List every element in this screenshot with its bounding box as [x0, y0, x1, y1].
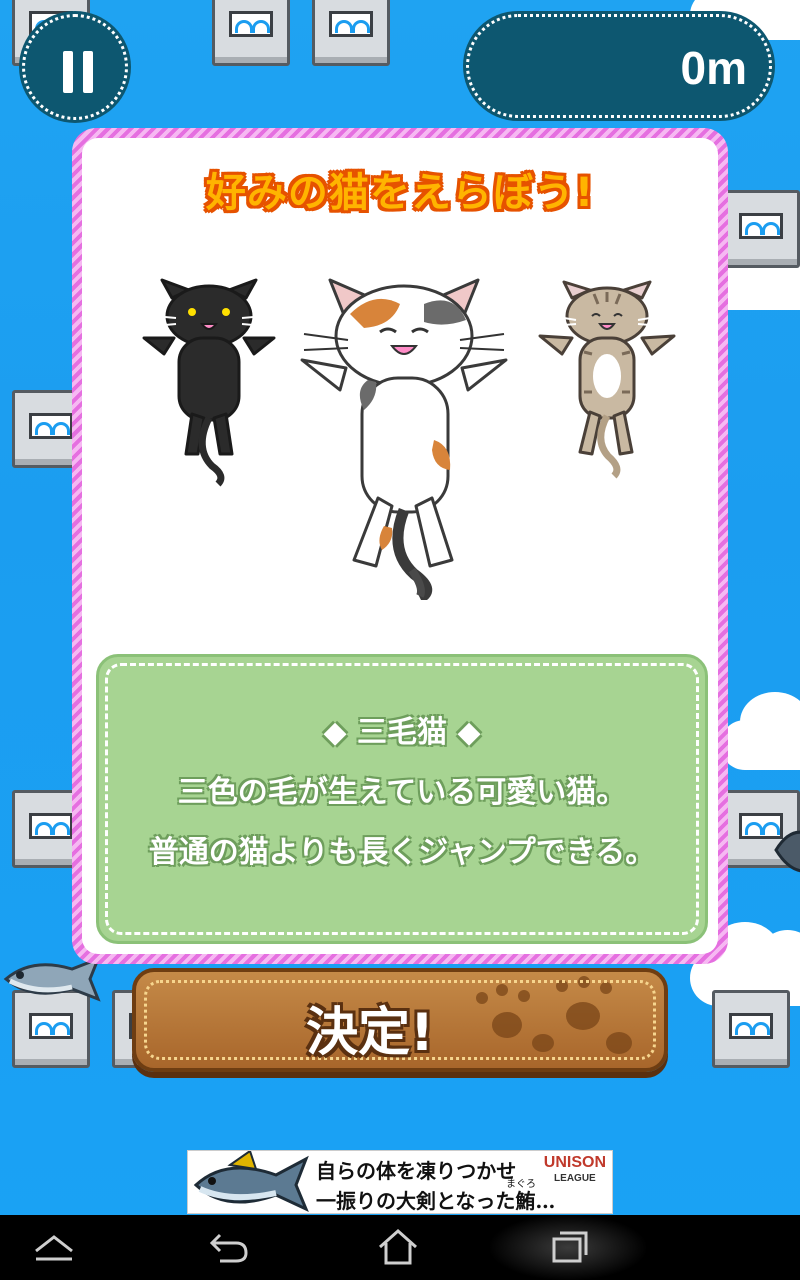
decide-button[interactable]: 決定! [132, 968, 668, 1072]
cat-name-heading: ◆ 三毛猫 ◆ [323, 715, 481, 750]
cat-select-panel: 好みの猫をえらぼう! ◆ 三毛猫 ◆ 三色の毛が生えている可愛い猫。 普通の猫よ… [72, 128, 728, 964]
pause-button[interactable] [22, 14, 128, 120]
platform-block [212, 0, 290, 66]
platform-block [712, 990, 790, 1068]
cloud [720, 692, 800, 770]
cat-description-line-1: 三色の毛が生えている可愛い猫。 [177, 775, 627, 810]
distance-display: 0m [466, 14, 772, 118]
panel-title: 好みの猫をえらぼう! [205, 170, 595, 216]
ad-banner[interactable]: 自らの体を凍りつかせ まぐろ 一振りの大剣となった鮪… UNISON LEAGU… [187, 1150, 613, 1214]
ad-brand-logo: UNISON LEAGUE [543, 1154, 606, 1185]
platform-block [722, 190, 800, 268]
fish-icon [772, 820, 800, 884]
ad-text-line-1: 自らの体を凍りつかせ [316, 1159, 517, 1183]
cat-option-black[interactable] [134, 278, 284, 488]
tuna-icon [193, 1151, 309, 1212]
cat-description-box: ◆ 三毛猫 ◆ 三色の毛が生えている可愛い猫。 普通の猫よりも長くジャンプできる… [96, 654, 708, 944]
cat-option-calico[interactable] [284, 270, 524, 600]
recent-apps-button[interactable] [548, 1227, 592, 1267]
distance-value: 0m [680, 42, 747, 94]
decide-button-label: 決定! [306, 1003, 434, 1063]
back-icon [209, 1233, 248, 1263]
game-scene: 0m 好みの猫をえらぼう! ◆ 三毛猫 ◆ 三色の毛が生えている可愛い猫。 普通… [0, 0, 800, 1215]
hide-keyboard-icon [35, 1235, 73, 1261]
platform-block [312, 0, 390, 66]
back-button[interactable] [206, 1227, 250, 1267]
cat-option-tabby[interactable] [532, 280, 682, 490]
ad-text-line-2: 一振りの大剣となった鮪… [316, 1189, 556, 1213]
cat-description-line-2: 普通の猫よりも長くジャンプできる。 [148, 835, 656, 870]
hide-keyboard-button[interactable] [32, 1227, 76, 1267]
home-button[interactable] [376, 1227, 420, 1267]
recent-apps-icon [552, 1231, 588, 1263]
home-icon [379, 1228, 417, 1265]
system-nav-bar [0, 1215, 800, 1280]
